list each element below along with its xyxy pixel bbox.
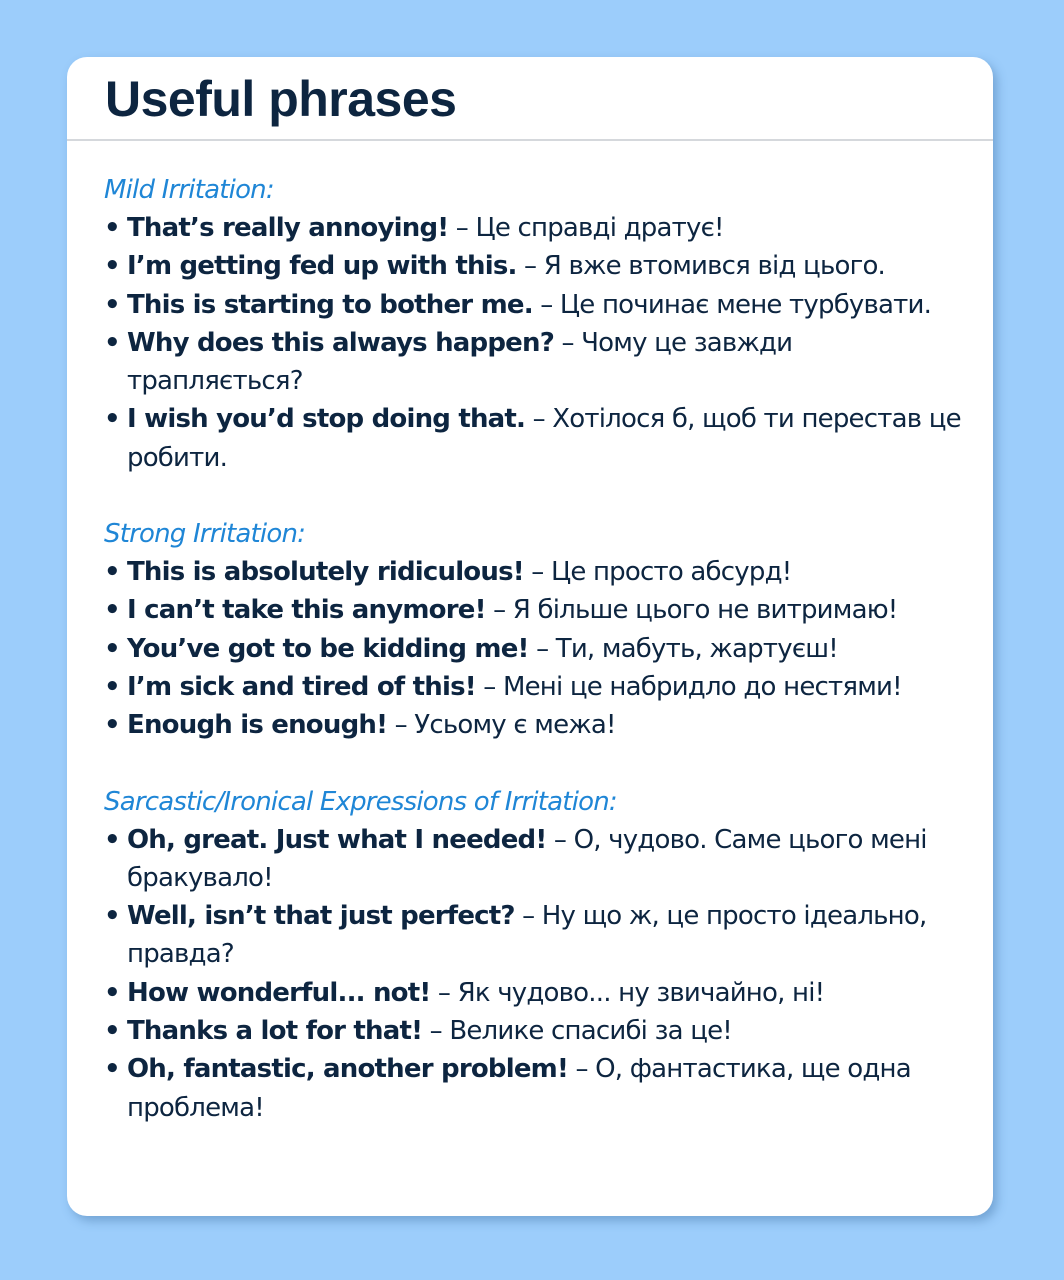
phrase-english: You’ve got to be kidding me! [127, 633, 529, 664]
phrase-english: I wish you’d stop doing that. [127, 404, 526, 435]
phrase-english: That’s really annoying! [127, 213, 449, 243]
phrase-translation: – Усьому є межа! [387, 710, 617, 741]
phrase-english: How wonderful... not! [127, 977, 431, 1008]
list-item: I’m getting fed up with this. – Я вже вт… [104, 247, 972, 286]
phrase-english: I’m getting fed up with this. [127, 251, 517, 282]
phrase-translation: – Це справді дратує! [448, 213, 725, 243]
phrase-english: Oh, fantastic, another problem! [127, 1054, 569, 1085]
phrase-english: Oh, great. Just what I needed! [127, 824, 547, 855]
phrase-english: I’m sick and tired of this! [127, 671, 477, 702]
section-strong-irritation: Strong Irritation: This is absolutely ri… [104, 515, 993, 745]
phrase-english: Why does this always happen? [127, 327, 555, 358]
list-item: You’ve got to be kidding me! – Ти, мабут… [104, 630, 972, 669]
page-title: Useful phrases [105, 71, 457, 127]
phrase-english: Well, isn’t that just perfect? [127, 901, 515, 932]
card-content: Mild Irritation: That’s really annoying!… [67, 141, 993, 1127]
phrase-translation: – Це просто абсурд! [523, 557, 792, 588]
phrase-translation: – Я вже втомився від цього. [516, 251, 886, 282]
section-heading: Sarcastic/Ironical Expressions of Irrita… [104, 786, 618, 817]
phrase-translation: – Мені це набридло до нестями! [475, 671, 902, 702]
section-heading: Mild Irritation: [104, 175, 275, 205]
list-item: Enough is enough! – Усьому є межа! [104, 706, 972, 745]
phrase-translation: – Це починає мене турбувати. [532, 289, 932, 320]
phrase-translation: – Ти, мабуть, жартуєш! [528, 633, 839, 664]
section-sarcastic-irritation: Sarcastic/Ironical Expressions of Irrita… [104, 783, 993, 1127]
section-mild-irritation: Mild Irritation: That’s really annoying!… [104, 171, 993, 477]
list-item: Well, isn’t that just perfect? – Ну що ж… [104, 897, 972, 974]
list-item: Oh, great. Just what I needed! – О, чудо… [104, 821, 972, 898]
list-item: This is absolutely ridiculous! – Це прос… [104, 553, 972, 592]
phrase-english: Thanks a lot for that! [127, 1016, 423, 1047]
list-item: I’m sick and tired of this! – Мені це на… [104, 668, 972, 707]
list-item: That’s really annoying! – Це справді дра… [104, 209, 972, 248]
card-header: Useful phrases [67, 57, 993, 141]
list-item: How wonderful... not! – Як чудово... ну … [104, 974, 972, 1013]
phrase-english: Enough is enough! [127, 710, 388, 741]
phrase-translation: – Я більше цього не витримаю! [485, 595, 898, 626]
phrase-english: This is starting to bother me. [127, 289, 534, 320]
list-item: Thanks a lot for that! – Велике спасибі … [104, 1012, 972, 1051]
list-item: I wish you’d stop doing that. – Хотілося… [104, 400, 972, 477]
list-item: Oh, fantastic, another problem! – О, фан… [104, 1050, 972, 1127]
list-item: This is starting to bother me. – Це почи… [104, 286, 972, 325]
list-item: I can’t take this anymore! – Я більше ць… [104, 591, 972, 630]
phrase-english: I can’t take this anymore! [127, 595, 486, 626]
list-item: Why does this always happen? – Чому це з… [104, 324, 972, 401]
phrase-translation: – Як чудово... ну звичайно, ні! [430, 977, 825, 1008]
phrase-english: This is absolutely ridiculous! [127, 557, 525, 588]
phrase-translation: – Велике спасибі за це! [422, 1016, 733, 1047]
section-heading: Strong Irritation: [104, 519, 306, 550]
phrases-card: Useful phrases Mild Irritation: That’s r… [67, 57, 993, 1216]
